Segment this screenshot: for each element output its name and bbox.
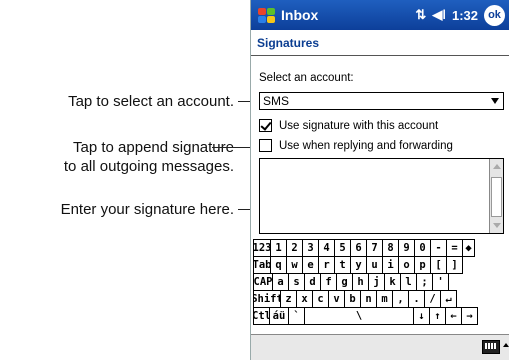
key[interactable]: ` (288, 307, 305, 325)
keyboard-row: Shiftzxcvbnm,./↵ (253, 290, 509, 308)
callout-append-line1: Tap to append signature (73, 139, 234, 156)
key[interactable]: ↑ (429, 307, 446, 325)
key[interactable]: u (366, 256, 383, 274)
callout-append-line2: to all outgoing messages. (63, 158, 234, 175)
key[interactable]: 2 (286, 239, 303, 257)
account-select[interactable]: SMS (259, 92, 504, 110)
key[interactable]: 1 (270, 239, 287, 257)
key[interactable]: w (286, 256, 303, 274)
start-menu-icon[interactable] (255, 5, 277, 25)
up-arrow-icon[interactable] (503, 343, 509, 347)
title-bar: Inbox ⇅ ◀ǀ 1:32 ok (251, 0, 509, 30)
scroll-down-icon[interactable] (493, 223, 501, 228)
reply-forward-checkbox[interactable] (259, 139, 272, 152)
device-screen: Inbox ⇅ ◀ǀ 1:32 ok Signatures Select an … (250, 0, 509, 360)
key[interactable]: ← (445, 307, 462, 325)
key[interactable]: 8 (382, 239, 399, 257)
key[interactable]: q (270, 256, 287, 274)
key[interactable]: a (272, 273, 289, 291)
speaker-icon[interactable]: ◀ǀ (432, 7, 446, 23)
key[interactable]: r (318, 256, 335, 274)
key[interactable]: 6 (350, 239, 367, 257)
key[interactable]: e (302, 256, 319, 274)
key[interactable]: c (312, 290, 329, 308)
ok-button[interactable]: ok (484, 4, 505, 26)
key[interactable]: 3 (302, 239, 319, 257)
key[interactable]: - (430, 239, 447, 257)
scroll-thumb[interactable] (491, 177, 502, 217)
menu-bar (251, 334, 509, 360)
key[interactable]: m (376, 290, 393, 308)
key[interactable]: i (382, 256, 399, 274)
key[interactable]: , (392, 290, 409, 308)
key[interactable]: [ (430, 256, 447, 274)
reply-forward-row[interactable]: Use when replying and forwarding (259, 139, 453, 152)
key[interactable]: d (304, 273, 321, 291)
keyboard-row: 123 1 2 3 4 5 6 7 8 9 0- = ◆ (253, 239, 509, 257)
keyboard-icon[interactable] (482, 340, 500, 354)
callout-append-signature: Tap to append signature to all outgoing … (64, 138, 234, 176)
key[interactable]: s (288, 273, 305, 291)
key[interactable]: 4 (318, 239, 335, 257)
key[interactable]: k (384, 273, 401, 291)
clock[interactable]: 1:32 (452, 8, 478, 23)
key[interactable]: x (296, 290, 313, 308)
key[interactable]: y (350, 256, 367, 274)
signature-scrollbar[interactable] (489, 159, 503, 233)
key[interactable]: ↵ (440, 290, 457, 308)
key[interactable]: ; (416, 273, 433, 291)
key[interactable]: j (368, 273, 385, 291)
key[interactable]: 0 (414, 239, 431, 257)
signature-textarea[interactable] (259, 158, 504, 234)
connectivity-icon[interactable]: ⇅ (415, 7, 426, 23)
reply-forward-label[interactable]: Use when replying and forwarding (279, 140, 453, 152)
app-title: Inbox (281, 7, 319, 23)
key[interactable]: Ctl (253, 307, 270, 325)
key[interactable]: 9 (398, 239, 415, 257)
callout-enter-signature: Enter your signature here. (60, 201, 234, 218)
key[interactable]: ↓ (413, 307, 430, 325)
account-label: Select an account: (259, 72, 354, 84)
key[interactable]: l (400, 273, 417, 291)
key[interactable]: \ (304, 307, 414, 325)
callout-select-account: Tap to select an account. (68, 93, 234, 110)
key[interactable]: . (408, 290, 425, 308)
key[interactable]: g (336, 273, 353, 291)
key[interactable]: p (414, 256, 431, 274)
key[interactable]: → (461, 307, 478, 325)
key[interactable]: o (398, 256, 415, 274)
key[interactable]: ] (446, 256, 463, 274)
key[interactable]: CAP (253, 273, 273, 291)
keyboard-row: Ctláü`\↓↑←→ (253, 307, 509, 325)
key[interactable]: ' (432, 273, 449, 291)
key[interactable]: áü (269, 307, 289, 325)
key[interactable]: v (328, 290, 345, 308)
scroll-up-icon[interactable] (493, 164, 501, 169)
key[interactable]: = (446, 239, 463, 257)
key[interactable]: b (344, 290, 361, 308)
key[interactable]: h (352, 273, 369, 291)
key[interactable]: 123 (253, 239, 271, 257)
use-signature-row[interactable]: Use signature with this account (259, 119, 438, 132)
key[interactable]: 5 (334, 239, 351, 257)
key[interactable]: f (320, 273, 337, 291)
status-area[interactable]: ⇅ ◀ǀ 1:32 (415, 7, 478, 23)
key[interactable]: t (334, 256, 351, 274)
account-select-value: SMS (263, 94, 290, 108)
key[interactable]: 7 (366, 239, 383, 257)
key[interactable]: Tab (253, 256, 271, 274)
page-title: Signatures (251, 30, 509, 56)
key[interactable]: Shift (253, 290, 281, 308)
keyboard-row: Tab q w e r t y u i o p[] (253, 256, 509, 274)
key[interactable]: ◆ (462, 239, 475, 257)
key[interactable]: z (280, 290, 297, 308)
key[interactable]: / (424, 290, 441, 308)
soft-keyboard: 123 1 2 3 4 5 6 7 8 9 0- = ◆ Tab q w e r t y u i o p[] CAP a s d f g h… (253, 239, 509, 325)
use-signature-checkbox[interactable] (259, 119, 272, 132)
chevron-down-icon[interactable] (491, 98, 499, 104)
use-signature-label[interactable]: Use signature with this account (279, 120, 438, 132)
key[interactable]: n (360, 290, 377, 308)
keyboard-row: CAP a s d f g h j k l; ' (253, 273, 509, 291)
